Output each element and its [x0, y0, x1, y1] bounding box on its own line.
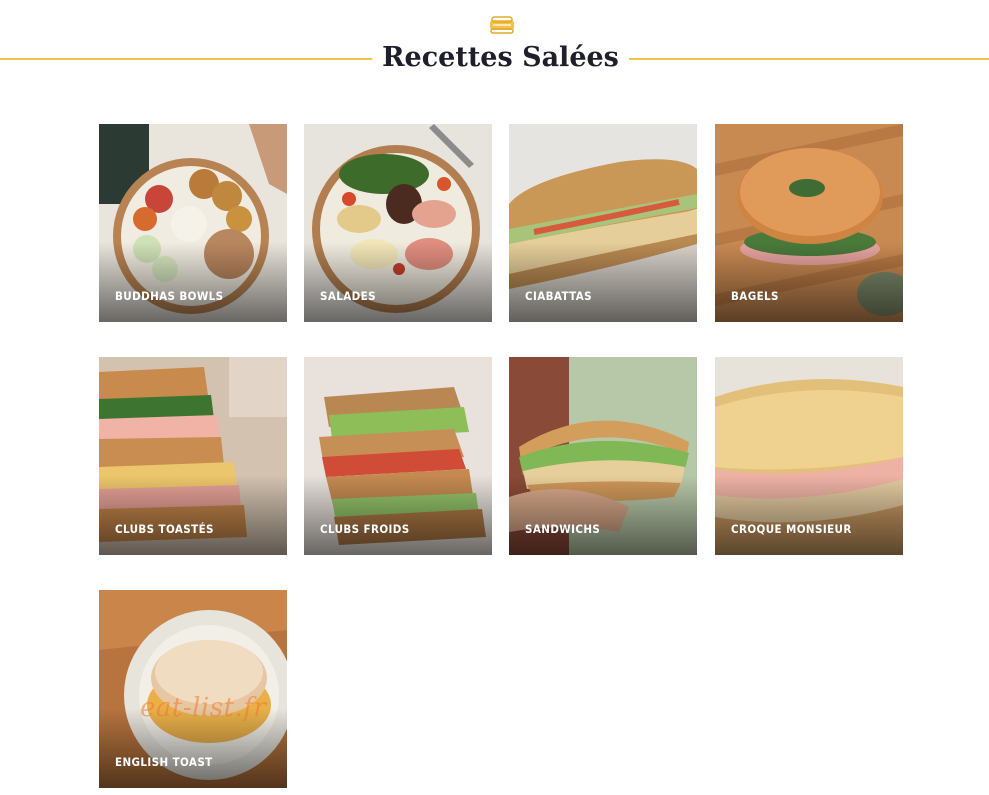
- tile-overlay: [509, 475, 697, 555]
- watermark: eat-list.fr: [140, 693, 267, 723]
- section-header: Recettes Salées: [0, 0, 989, 90]
- header-divider-left: [0, 58, 372, 60]
- category-tile-salades[interactable]: SALADES: [304, 124, 492, 322]
- tile-overlay: [304, 242, 492, 322]
- category-tile-croque-monsieur[interactable]: CROQUE MONSIEUR: [715, 357, 903, 555]
- category-label: CLUBS TOASTÉS: [115, 522, 214, 536]
- category-label: CLUBS FROIDS: [320, 522, 410, 536]
- tile-overlay: [715, 475, 903, 555]
- tile-overlay: [304, 475, 492, 555]
- category-label: SANDWICHS: [525, 522, 601, 536]
- category-tile-sandwichs[interactable]: SANDWICHS: [509, 357, 697, 555]
- category-tile-english-toast[interactable]: ENGLISH TOAST: [99, 590, 287, 788]
- category-tile-clubs-toastes[interactable]: CLUBS TOASTÉS: [99, 357, 287, 555]
- tile-overlay: [99, 242, 287, 322]
- category-label: SALADES: [320, 289, 376, 303]
- category-label: CROQUE MONSIEUR: [731, 522, 852, 536]
- header-divider-right: [629, 58, 989, 60]
- category-label: CIABATTAS: [525, 289, 592, 303]
- page-title: Recettes Salées: [382, 42, 619, 73]
- category-label: ENGLISH TOAST: [115, 755, 213, 769]
- tile-overlay: [715, 242, 903, 322]
- category-label: BUDDHAS BOWLS: [115, 289, 224, 303]
- tile-overlay: [99, 475, 287, 555]
- tile-overlay: [509, 242, 697, 322]
- category-tile-buddhas-bowls[interactable]: BUDDHAS BOWLS: [99, 124, 287, 322]
- category-tile-ciabattas[interactable]: CIABATTAS: [509, 124, 697, 322]
- sandwich-icon: [490, 16, 514, 34]
- category-tile-bagels[interactable]: BAGELS: [715, 124, 903, 322]
- category-label: BAGELS: [731, 289, 779, 303]
- category-tile-clubs-froids[interactable]: CLUBS FROIDS: [304, 357, 492, 555]
